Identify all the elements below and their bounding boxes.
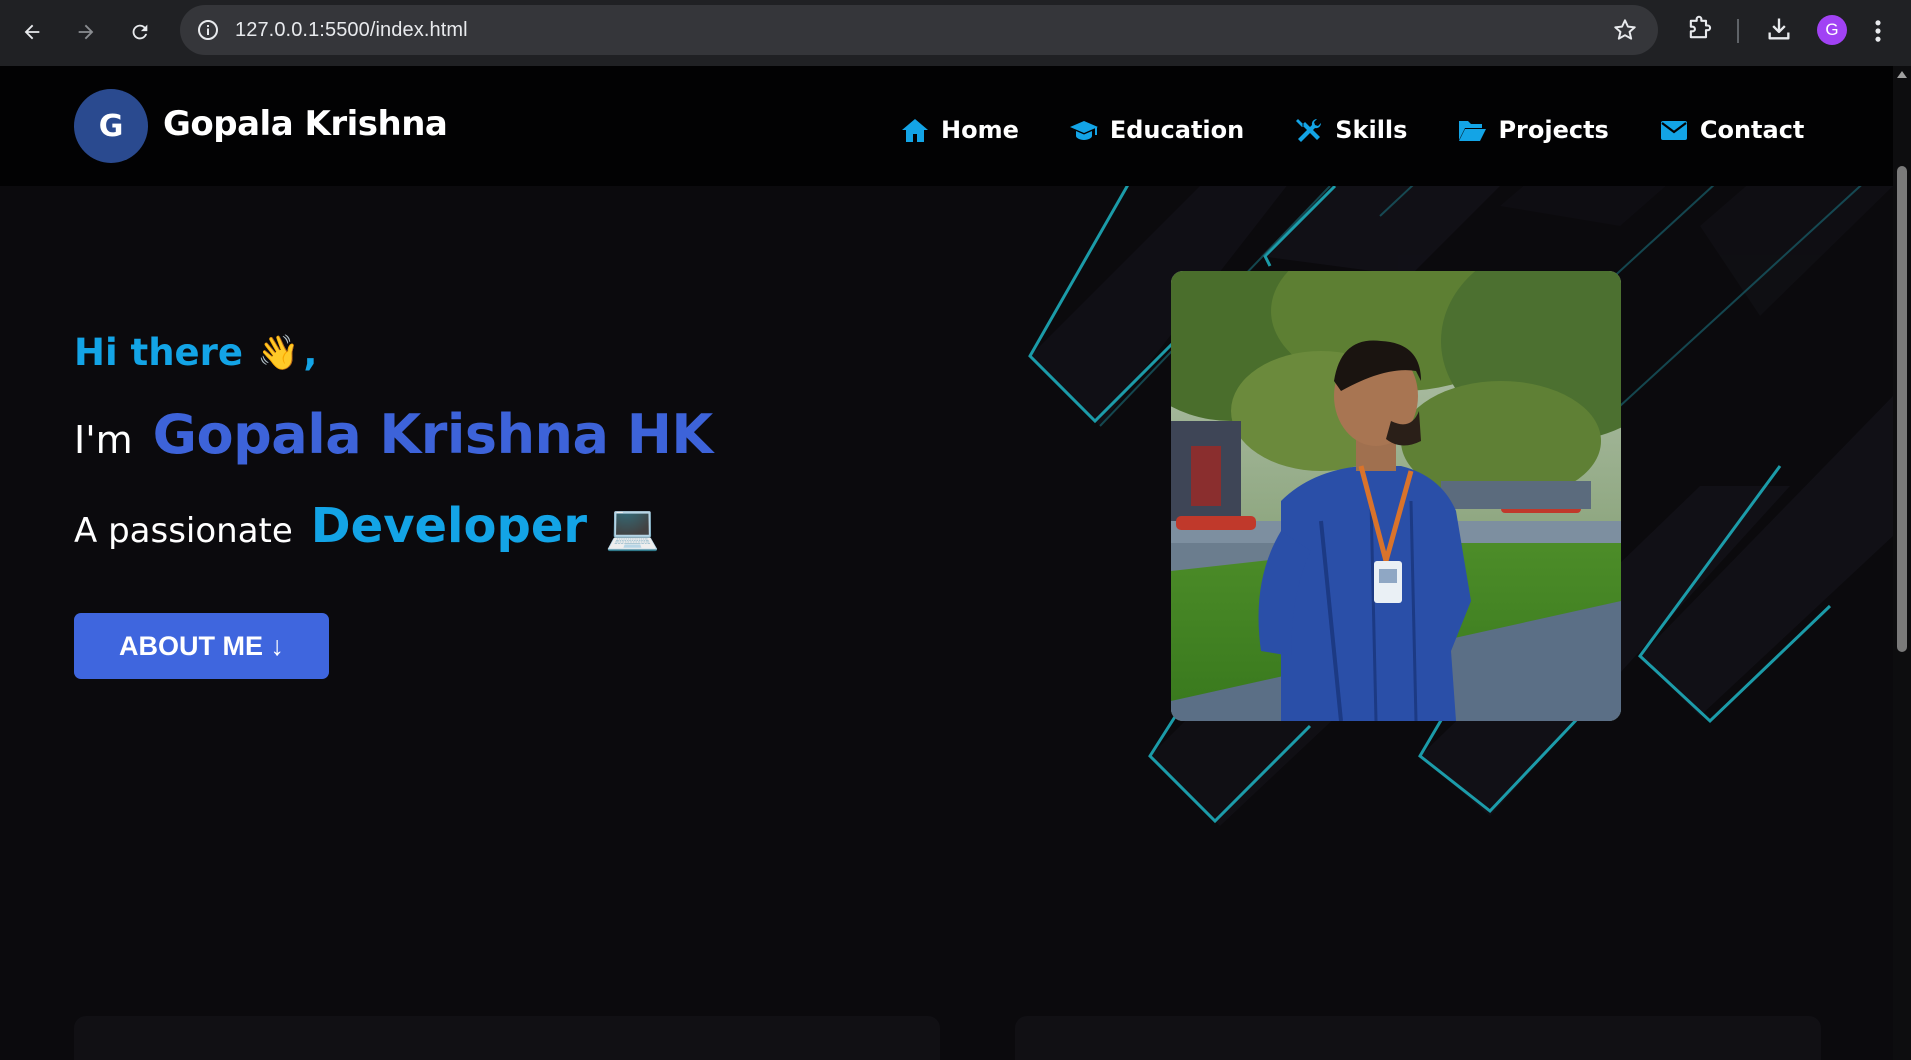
- nav-home-label: Home: [941, 116, 1019, 144]
- graduation-cap-icon: [1069, 121, 1098, 140]
- folder-open-icon: [1459, 121, 1487, 141]
- site-info-icon[interactable]: [196, 18, 220, 42]
- laptop-icon: 💻: [605, 502, 660, 553]
- bookmark-star-icon[interactable]: [1612, 17, 1638, 43]
- nav-skills[interactable]: Skills: [1294, 116, 1407, 144]
- profile-avatar[interactable]: G: [1817, 15, 1847, 45]
- back-button[interactable]: [14, 14, 50, 50]
- nav-projects[interactable]: Projects: [1457, 116, 1609, 144]
- nav-contact-label: Contact: [1699, 116, 1805, 144]
- scroll-up-arrow-icon[interactable]: [1897, 71, 1907, 78]
- nav-projects-label: Projects: [1498, 116, 1609, 144]
- waving-hand-icon: 👋: [257, 332, 300, 373]
- address-bar[interactable]: 127.0.0.1:5500/index.html: [180, 5, 1658, 55]
- nav-skills-label: Skills: [1335, 116, 1408, 144]
- main-nav: Home Education Skills Projects Contact: [900, 110, 1804, 150]
- page-viewport: G Gopala Krishna Home Education Skills P…: [0, 66, 1893, 1060]
- section-card-right: [1015, 1016, 1821, 1060]
- toolbar-divider: [1737, 19, 1739, 43]
- nav-education-label: Education: [1109, 116, 1245, 144]
- profile-photo-illustration: [1171, 271, 1621, 721]
- home-icon: [902, 119, 928, 142]
- profile-photo: [1171, 271, 1621, 721]
- brand-name[interactable]: Gopala Krishna: [163, 104, 448, 144]
- nav-home[interactable]: Home: [900, 116, 1019, 144]
- url-text[interactable]: 127.0.0.1:5500/index.html: [235, 19, 468, 42]
- envelope-icon: [1660, 121, 1687, 140]
- browser-toolbar: 127.0.0.1:5500/index.html G: [0, 0, 1911, 66]
- nav-contact[interactable]: Contact: [1659, 116, 1805, 144]
- extensions-icon[interactable]: [1685, 15, 1713, 43]
- tools-icon: [1296, 118, 1322, 142]
- typed-role: Developer: [310, 498, 588, 554]
- about-me-button[interactable]: ABOUT ME ↓: [74, 613, 329, 679]
- reload-icon: [132, 24, 148, 40]
- scrollbar-thumb[interactable]: [1897, 166, 1907, 652]
- passionate-text: A passionate: [74, 511, 293, 551]
- hero-role-line: A passionate Developer 💻: [74, 498, 660, 554]
- hero-greeting: Hi there 👋 ,: [74, 331, 317, 374]
- arrow-right-icon: [78, 24, 94, 40]
- page-scrollbar[interactable]: [1893, 66, 1911, 1060]
- arrow-left-icon: [24, 24, 40, 40]
- greeting-comma: ,: [303, 331, 318, 374]
- greeting-text: Hi there: [74, 331, 243, 374]
- download-icon[interactable]: [1765, 15, 1793, 43]
- site-header: G Gopala Krishna Home Education Skills P…: [0, 66, 1893, 186]
- site-logo[interactable]: G: [74, 89, 148, 163]
- section-card-left: [74, 1016, 940, 1060]
- im-text: I'm: [74, 418, 133, 462]
- nav-education[interactable]: Education: [1069, 116, 1244, 144]
- hero-name: Gopala Krishna HK: [152, 403, 714, 466]
- hero-name-line: I'm Gopala Krishna HK: [74, 403, 713, 466]
- forward-button[interactable]: [68, 14, 104, 50]
- kebab-menu-icon[interactable]: [1872, 17, 1884, 45]
- reload-button[interactable]: [122, 14, 158, 50]
